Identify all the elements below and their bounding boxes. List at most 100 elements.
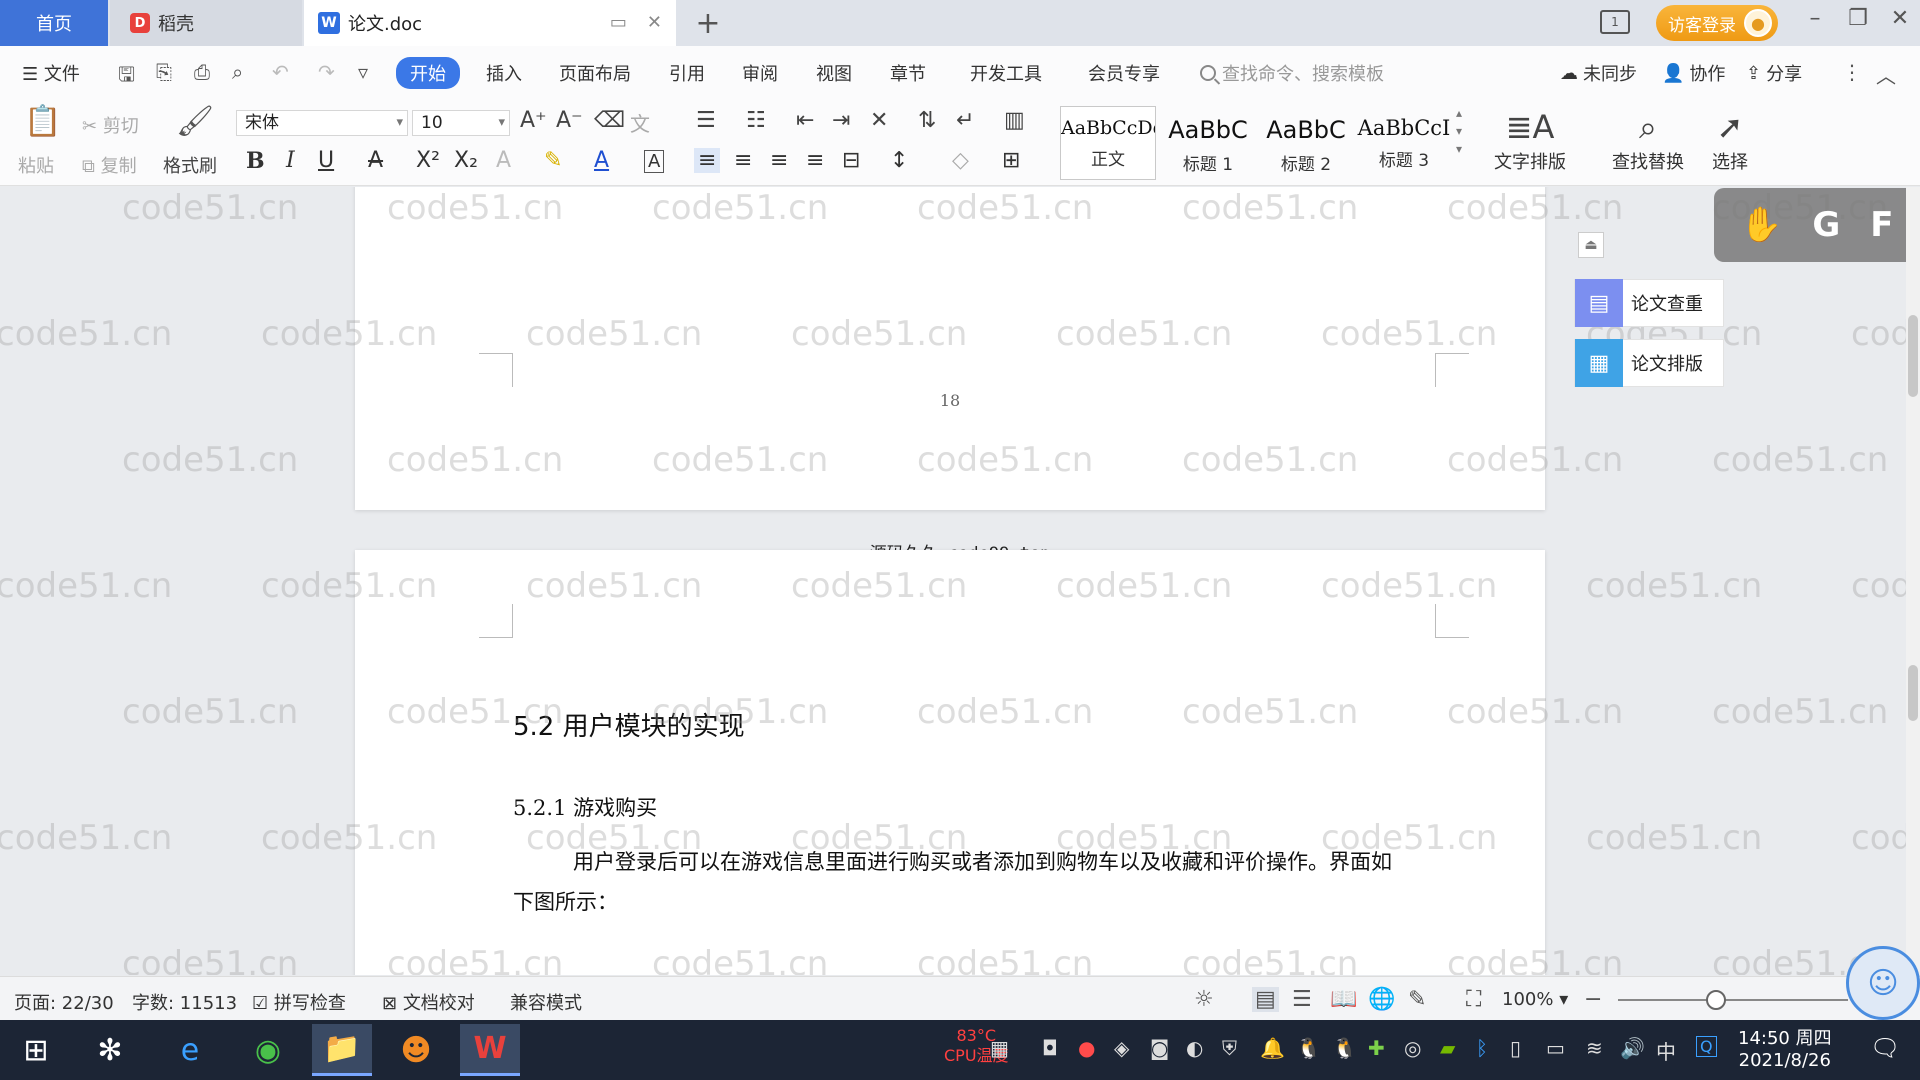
grow-font-icon[interactable]: A⁺ [520, 108, 547, 133]
menu-insert[interactable]: 插入 [486, 60, 522, 86]
show-hide-marks-icon[interactable]: ↵ [956, 108, 974, 133]
style-heading-3[interactable]: AaBbCcI 标题 3 [1356, 106, 1452, 180]
tray-app-icon[interactable]: ● [1078, 1036, 1095, 1060]
ie-browser-icon[interactable]: e [160, 1024, 220, 1076]
zoom-level[interactable]: 100% ▾ [1502, 989, 1568, 1010]
align-left-icon[interactable]: ≡ [694, 148, 721, 173]
sort-icon[interactable]: ⇅ [918, 108, 936, 133]
text-effect-icon[interactable]: A [496, 148, 511, 173]
cut-button[interactable]: ✂ 剪切 [82, 112, 139, 138]
save-icon[interactable]: 🖫 [118, 60, 135, 94]
menu-developer[interactable]: 开发工具 [970, 60, 1042, 86]
green-browser-icon[interactable]: ◉ [238, 1024, 298, 1076]
tab-document[interactable]: W 论文.doc ▭ ✕ [304, 0, 676, 46]
new-tab-button[interactable]: + [690, 6, 726, 41]
scroll-thumb[interactable] [1908, 315, 1918, 397]
qq-icon[interactable]: 🐧 [1296, 1036, 1321, 1060]
italic-icon[interactable]: I [286, 148, 295, 173]
writing-mode-icon[interactable]: ✎ [1408, 987, 1426, 1012]
tab-daoke[interactable]: D 稻壳 [110, 0, 302, 46]
tab-ruler-icon[interactable]: ▥ [1004, 108, 1025, 133]
zoom-out-icon[interactable]: − [1584, 987, 1602, 1012]
pin-window-icon[interactable]: ▭ [610, 12, 627, 33]
file-explorer-icon[interactable]: 📁 [312, 1024, 372, 1076]
share-button[interactable]: ⇪ 分享 [1746, 60, 1802, 86]
tray-app-icon[interactable]: ◈ [1114, 1036, 1129, 1060]
window-layout-icon[interactable]: 1 [1600, 10, 1630, 34]
print-preview-icon[interactable]: ⌕ [232, 60, 243, 84]
decrease-indent-icon[interactable]: ⇤ [796, 108, 814, 133]
tray-app-icon[interactable]: ◐ [1186, 1036, 1203, 1060]
device-icon[interactable]: ▯ [1510, 1036, 1521, 1060]
tab-home[interactable]: 首页 [0, 0, 108, 46]
find-replace-button[interactable]: ⌕ 查找替换 [1612, 108, 1684, 174]
windows-start-icon[interactable]: ⊞ [6, 1024, 66, 1076]
vertical-scrollbar[interactable] [1906, 187, 1920, 975]
tray-app-icon[interactable]: ◙ [1150, 1036, 1169, 1060]
qq-icon[interactable]: 🐧 [1332, 1036, 1357, 1060]
bell-icon[interactable]: 🔔 [1260, 1036, 1285, 1060]
menu-member[interactable]: 会员专享 [1088, 60, 1160, 86]
outline-view-icon[interactable]: ☰ [1292, 987, 1312, 1012]
hand-icon[interactable]: ✋ [1740, 205, 1782, 245]
more-options-icon[interactable]: ⋮ [1842, 60, 1862, 84]
shading-icon[interactable]: ◇ [952, 148, 969, 173]
ime-indicator[interactable]: 中 [1656, 1036, 1676, 1065]
menu-start[interactable]: 开始 [396, 57, 460, 89]
style-normal[interactable]: AaBbCcDd 正文 [1060, 106, 1156, 180]
menu-page-layout[interactable]: 页面布局 [559, 60, 631, 86]
paper-check-button[interactable]: ▤ 论文查重 [1574, 279, 1724, 327]
bluetooth-icon[interactable]: ᛒ [1476, 1036, 1488, 1060]
nvidia-icon[interactable]: ▰ [1440, 1036, 1455, 1060]
tray-app-icon[interactable]: ◘ [1042, 1036, 1058, 1060]
restore-icon[interactable]: ❐ [1838, 6, 1878, 31]
file-menu[interactable]: ☰ 文件 [22, 60, 80, 86]
notification-center-icon[interactable]: 🗨 [1870, 1034, 1900, 1062]
doc-proof-button[interactable]: ⊠ 文档校对 [382, 989, 475, 1015]
web-view-icon[interactable]: 🌐 [1368, 987, 1395, 1012]
close-window-icon[interactable]: ✕ [1880, 6, 1920, 31]
line-spacing-icon[interactable]: ↕ [890, 148, 908, 173]
game-app-icon[interactable]: ☻ [386, 1024, 446, 1076]
reading-view-icon[interactable]: 📖 [1330, 987, 1357, 1012]
chinese-layout-icon[interactable]: ✕ [870, 108, 888, 133]
paste-button[interactable]: 粘贴 [18, 152, 54, 178]
menu-chapter[interactable]: 章节 [890, 60, 926, 86]
subscript-icon[interactable]: X₂ [454, 148, 478, 173]
font-color-icon[interactable]: A [594, 148, 609, 173]
menu-references[interactable]: 引用 [669, 60, 705, 86]
eye-protection-icon[interactable]: ☼ [1194, 987, 1214, 1012]
increase-indent-icon[interactable]: ⇥ [832, 108, 850, 133]
highlight-icon[interactable]: ✎ [544, 148, 562, 173]
align-center-icon[interactable]: ≡ [734, 148, 752, 173]
redo-icon[interactable]: ↷ [318, 60, 335, 84]
shrink-font-icon[interactable]: A⁻ [556, 108, 583, 133]
battery-icon[interactable]: ▭ [1546, 1036, 1565, 1060]
borders-icon[interactable]: ⊞ [1002, 148, 1020, 173]
scroll-thumb[interactable] [1908, 665, 1918, 721]
char-border-icon[interactable]: A [644, 150, 665, 173]
minimize-icon[interactable]: – [1795, 6, 1835, 31]
fit-page-icon[interactable]: ⛶ [1466, 987, 1481, 1012]
align-right-icon[interactable]: ≡ [770, 148, 788, 173]
system-clock[interactable]: 14:50 周四 2021/8/26 [1738, 1028, 1832, 1072]
style-heading-2[interactable]: AaBbC 标题 2 [1258, 106, 1354, 180]
format-painter-button[interactable]: 格式刷 [163, 152, 217, 178]
page-previous[interactable]: 18 [355, 187, 1545, 510]
shield-icon[interactable]: ⛨ [1222, 1036, 1237, 1060]
superscript-icon[interactable]: X² [416, 148, 440, 173]
menu-review[interactable]: 审阅 [742, 60, 778, 86]
style-heading-1[interactable]: AaBbC 标题 1 [1160, 106, 1256, 180]
customize-toolbar-icon[interactable]: ▿ [358, 60, 368, 84]
google-icon[interactable]: G [1812, 205, 1840, 245]
zoom-slider-handle[interactable] [1706, 990, 1726, 1010]
paste-icon[interactable]: 📋 [24, 104, 61, 139]
spell-check-button[interactable]: ☑ 拼写检查 [252, 989, 346, 1015]
page-current[interactable]: 5.2 用户模块的实现 5.2.1 游戏购买 用户登录后可以在游戏信息里面进行购… [355, 550, 1545, 975]
tray-app-icon[interactable]: ▦ [990, 1036, 1009, 1060]
fan-app-icon[interactable]: ✻ [80, 1024, 140, 1076]
paper-layout-button[interactable]: ▦ 论文排版 [1574, 339, 1724, 387]
format-painter-icon[interactable]: 🖌 [176, 104, 214, 139]
zoom-slider[interactable] [1618, 999, 1848, 1001]
justify-icon[interactable]: ≡ [806, 148, 824, 173]
